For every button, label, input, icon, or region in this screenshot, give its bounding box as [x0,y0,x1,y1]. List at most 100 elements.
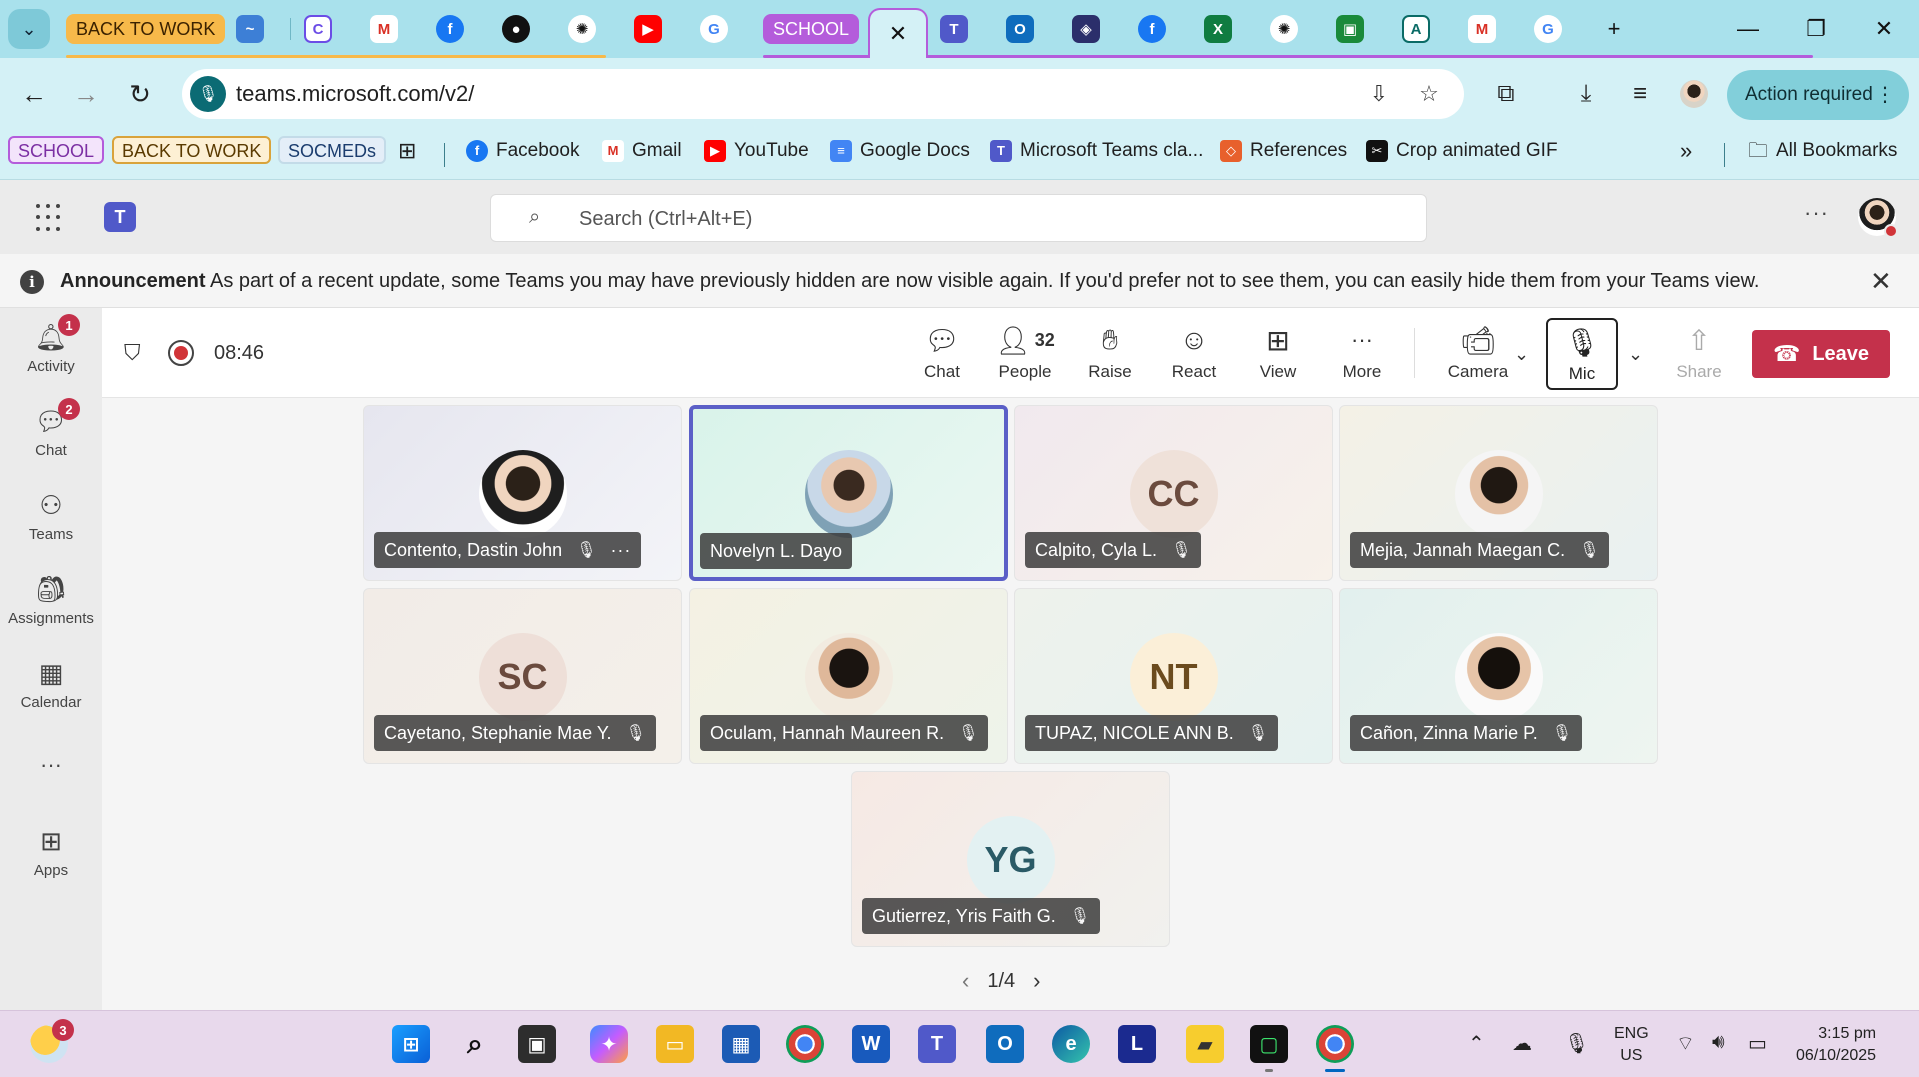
tab-favicon-2[interactable]: C [304,15,332,43]
media-controls-icon[interactable]: ≡ [1622,76,1658,112]
edge-icon[interactable]: e [1052,1025,1090,1063]
start-button-windows-icon[interactable]: ⊞ [392,1025,430,1063]
rail-item-more[interactable]: ··· [0,748,102,788]
install-app-icon[interactable]: ⇩ [1364,79,1394,109]
rail-item-apps[interactable]: ⊞ Apps [0,824,102,894]
participant-tile[interactable]: Mejia, Jannah Maegan C. 🎙︎ [1339,405,1658,581]
tab-outlook-icon[interactable]: O [1006,15,1034,43]
tray-overflow-chevron-icon[interactable]: ⌃ [1468,1031,1485,1056]
profile-avatar[interactable] [1676,76,1712,112]
weather-widget-icon[interactable]: 3 [30,1019,74,1063]
bookmark-facebook[interactable]: f Facebook [466,139,579,163]
view-button[interactable]: ⊞ View [1248,322,1308,388]
user-avatar[interactable] [1858,198,1898,238]
extensions-icon[interactable]: ⧉ [1488,76,1524,112]
chat-button[interactable]: 💬︎ Chat [912,322,972,388]
chrome-icon[interactable] [786,1025,824,1063]
microphone-tray-icon[interactable]: 🎙︎ [1564,1031,1589,1056]
participant-tile[interactable]: NT TUPAZ, NICOLE ANN B. 🎙︎ [1014,588,1333,764]
participant-tile-active-speaker[interactable]: Novelyn L. Dayo [689,405,1008,581]
minimize-button[interactable]: — [1728,12,1768,46]
active-tab-close-button[interactable]: ✕ [868,8,928,58]
wifi-icon[interactable]: ⌔ [1676,1031,1695,1056]
forward-arrow-icon[interactable]: → [66,74,106,114]
tab-search-button[interactable]: ⌄ [8,9,50,49]
participant-tile[interactable]: YG Gutierrez, Yris Faith G. 🎙︎ [851,771,1170,947]
tab-excel-icon[interactable]: X [1204,15,1232,43]
camera-options-chevron-icon[interactable]: ⌄ [1514,344,1529,365]
onedrive-cloud-icon[interactable]: ☁ [1512,1031,1532,1056]
tab-favicon-school[interactable]: ◈ [1072,15,1100,43]
search-input[interactable]: ⌕ Search (Ctrl+Alt+E) [490,194,1427,242]
mic-options-chevron-icon[interactable]: ⌄ [1628,344,1643,365]
rail-item-teams[interactable]: ⚇ Teams [0,488,102,558]
rail-item-activity[interactable]: 🔔︎ 1 Activity [0,314,102,390]
rail-item-calendar[interactable]: ▦ Calendar [0,656,102,726]
battery-icon[interactable]: ▭ [1748,1031,1767,1056]
task-view-icon[interactable]: ▣ [518,1025,556,1063]
all-bookmarks-button[interactable]: 🗀 All Bookmarks [1748,139,1897,163]
leave-button[interactable]: ☎ Leave [1752,330,1890,378]
people-button[interactable]: 👤︎ 32 People [990,322,1060,388]
tab-google-icon[interactable]: G [700,15,728,43]
close-window-button[interactable]: ✕ [1864,12,1904,46]
react-button[interactable]: ☺ React [1164,322,1224,388]
chrome-profile-icon[interactable] [1316,1025,1354,1063]
tab-favicon-3[interactable]: A [1402,15,1430,43]
word-icon[interactable]: W [852,1025,890,1063]
bookmark-references[interactable]: ◇ References [1220,139,1347,163]
outlook-icon[interactable]: O [986,1025,1024,1063]
volume-icon[interactable]: 🔊︎ [1712,1031,1725,1054]
rail-item-assignments[interactable]: 🎒︎ Assignments [0,572,102,642]
tab-teams-icon[interactable]: T [940,15,968,43]
bookmark-group-school[interactable]: SCHOOL [8,136,105,164]
bookmark-crop-gif[interactable]: ✂ Crop animated GIF [1366,139,1558,163]
settings-more-icon[interactable]: ··· [1804,200,1829,226]
url-text[interactable]: teams.microsoft.com/v2/ [236,81,474,107]
reload-icon[interactable]: ↻ [120,74,160,114]
bookmark-youtube[interactable]: ▶ YouTube [704,139,809,163]
next-page-chevron-icon[interactable]: › [1033,968,1040,994]
camera-button[interactable]: 📹︎ Camera [1438,322,1518,388]
system-clock[interactable]: 3:15 pm 06/10/2025 [1796,1023,1876,1067]
file-explorer-icon[interactable]: ▭ [656,1025,694,1063]
tab-gmail-icon-2[interactable]: M [1468,15,1496,43]
tab-google-icon-2[interactable]: G [1534,15,1562,43]
sticky-notes-icon[interactable]: ▰ [1186,1025,1224,1063]
previous-page-chevron-icon[interactable]: ‹ [962,968,969,994]
back-arrow-icon[interactable]: ← [14,74,54,114]
input-language[interactable]: ENG US [1614,1023,1649,1067]
tab-github-icon[interactable]: ● [502,15,530,43]
bookmark-group-back-to-work[interactable]: BACK TO WORK [112,136,272,164]
address-bar[interactable]: 🎙 teams.microsoft.com/v2/ ⇩ ☆ [182,69,1464,119]
participant-tile[interactable]: Contento, Dastin John 🎙︎ ··· [363,405,682,581]
close-icon[interactable]: ✕ [1870,266,1892,297]
bookmark-star-icon[interactable]: ☆ [1414,79,1444,109]
tab-facebook-icon-2[interactable]: f [1138,15,1166,43]
terminal-app-icon[interactable]: ▢ [1250,1025,1288,1063]
tab-openai-icon-2[interactable]: ✺ [1270,15,1298,43]
restore-button[interactable]: ❐ [1796,12,1836,46]
app-launcher-icon[interactable] [36,204,64,232]
bookmark-google-docs[interactable]: ≡ Google Docs [830,139,970,163]
rail-item-chat[interactable]: 💬︎ 2 Chat [0,398,102,474]
bookmark-gmail[interactable]: M Gmail [602,139,682,163]
search-icon[interactable]: ⌕ [456,1025,494,1063]
bookmark-group-socmeds[interactable]: SOCMEDs [278,136,387,164]
action-required-button[interactable]: Action required ⋮ [1727,70,1909,120]
tab-youtube-icon[interactable]: ▶ [634,15,662,43]
launcher-l-icon[interactable]: L [1118,1025,1156,1063]
more-button[interactable]: ··· More [1332,322,1392,388]
participant-tile[interactable]: SC Cayetano, Stephanie Mae Y. 🎙︎ [363,588,682,764]
bookmark-teams[interactable]: T Microsoft Teams cla... [990,139,1203,163]
teams-icon[interactable]: T [918,1025,956,1063]
share-button[interactable]: ⇧ Share [1666,322,1732,388]
microsoft-store-icon[interactable]: ▦ [722,1025,760,1063]
kebab-menu-icon[interactable]: ⋮ [1875,70,1895,120]
copilot-icon[interactable]: ✦ [590,1025,628,1063]
recording-icon[interactable] [168,340,194,366]
downloads-icon[interactable]: ⤓ [1568,76,1604,112]
tab-favicon-1[interactable]: ~ [236,15,264,43]
tab-classroom-icon[interactable]: ▣ [1336,15,1364,43]
tab-gmail-icon[interactable]: M [370,15,398,43]
